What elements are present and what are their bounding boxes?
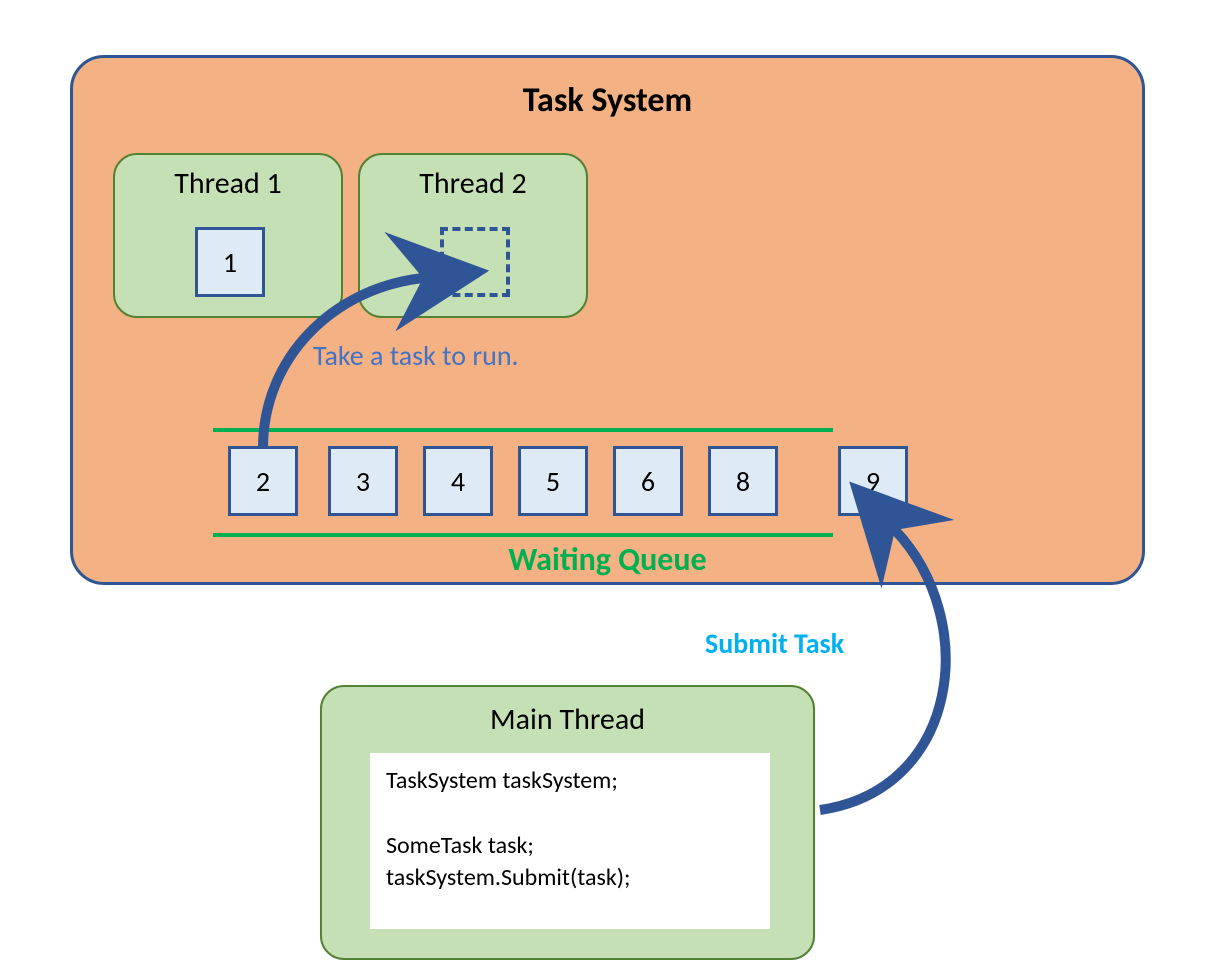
queue-cell: 4 [423,446,493,516]
main-thread-label: Main Thread [322,701,813,738]
thread-2-label: Thread 2 [360,165,586,202]
submit-task-label: Submit Task [705,626,844,661]
thread-1-box: Thread 1 1 [113,153,343,318]
thread-2-box: Thread 2 [358,153,588,318]
thread-1-label: Thread 1 [115,165,341,202]
thread-1-task-cell: 1 [195,227,265,297]
take-task-label: Take a task to run. [313,338,519,373]
queue-cell: 5 [518,446,588,516]
waiting-queue-top-line [213,428,833,432]
waiting-queue-bottom-line [213,533,833,537]
queue-cell: 3 [328,446,398,516]
queue-cell: 2 [228,446,298,516]
waiting-queue-label: Waiting Queue [73,540,1142,579]
queue-cell: 6 [613,446,683,516]
thread-2-placeholder-cell [440,227,510,297]
incoming-task-cell: 9 [838,446,908,516]
main-thread-code: TaskSystem taskSystem; SomeTask task; ta… [370,753,770,929]
task-system-title: Task System [73,80,1142,121]
main-thread-box: Main Thread TaskSystem taskSystem; SomeT… [320,685,815,960]
queue-cell: 8 [708,446,778,516]
task-system-panel: Task System Thread 1 1 Thread 2 Take a t… [70,55,1145,585]
